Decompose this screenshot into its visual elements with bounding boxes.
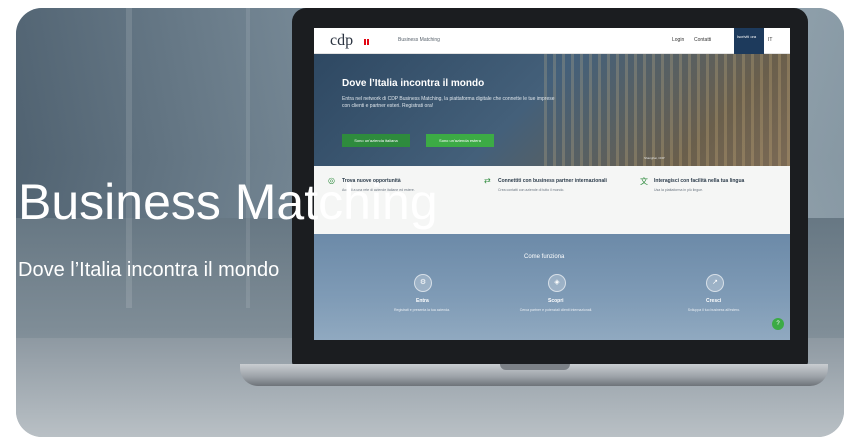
nav-contacts-link[interactable]: Contatti (694, 37, 711, 43)
cdp-logo[interactable]: cdp (330, 32, 353, 50)
how-it-works-title: Come funziona (524, 254, 565, 260)
grow-step-icon: ↗ (706, 274, 724, 292)
image-caption: Shanghai, CDP (644, 156, 665, 160)
foreign-company-button[interactable]: Sono un'azienda estera (426, 134, 494, 147)
step-label: Entra (416, 298, 429, 304)
discover-step-icon: ◈ (548, 274, 566, 292)
laptop-notch (500, 364, 570, 370)
language-icon: 文 (640, 177, 648, 186)
site-hero: Dove l’Italia incontra il mondo Entra ne… (314, 54, 790, 166)
step-text: Registrati e presenta la tua azienda. (393, 308, 451, 312)
step-text: Cerca partner e potenziali clienti inter… (519, 308, 593, 312)
help-icon[interactable]: ? (772, 318, 784, 330)
page-title: Business Matching (18, 174, 438, 230)
city-skyline-image (544, 54, 790, 166)
site-hero-title: Dove l’Italia incontra il mondo (342, 78, 485, 89)
feature-text: Crea contatti con aziende di tutto il mo… (498, 188, 565, 192)
italian-company-button[interactable]: Sono un'azienda italiana (342, 134, 410, 147)
step-label: Scopri (548, 298, 564, 304)
feature-title: Connettiti con business partner internaz… (498, 178, 607, 184)
page-subtitle: Dove l’Italia incontra il mondo (18, 259, 280, 281)
site-navbar: cdp Business Matching Login Contatti Isc… (314, 28, 790, 54)
step-label: Cresci (706, 298, 722, 304)
nav-login-link[interactable]: Login (672, 37, 684, 43)
step-text: Sviluppa il tuo business all'estero. (687, 308, 741, 312)
partners-icon: ⇄ (484, 176, 491, 185)
language-selector[interactable]: IT (768, 37, 772, 43)
site-name: Business Matching (398, 37, 440, 43)
feature-text: Usa la piattaforma in più lingue. (654, 188, 704, 192)
cdp-logo-mark-icon (364, 32, 372, 45)
how-it-works-section: Come funziona ⚙ Entra Registrati e prese… (314, 234, 790, 340)
nav-signup-button[interactable]: Iscriviti ora (734, 28, 764, 54)
feature-title: Interagisci con facilità nella tua lingu… (654, 178, 745, 184)
enter-step-icon: ⚙ (414, 274, 432, 292)
site-hero-text: Entra nel network di CDP Business Matchi… (342, 96, 555, 109)
